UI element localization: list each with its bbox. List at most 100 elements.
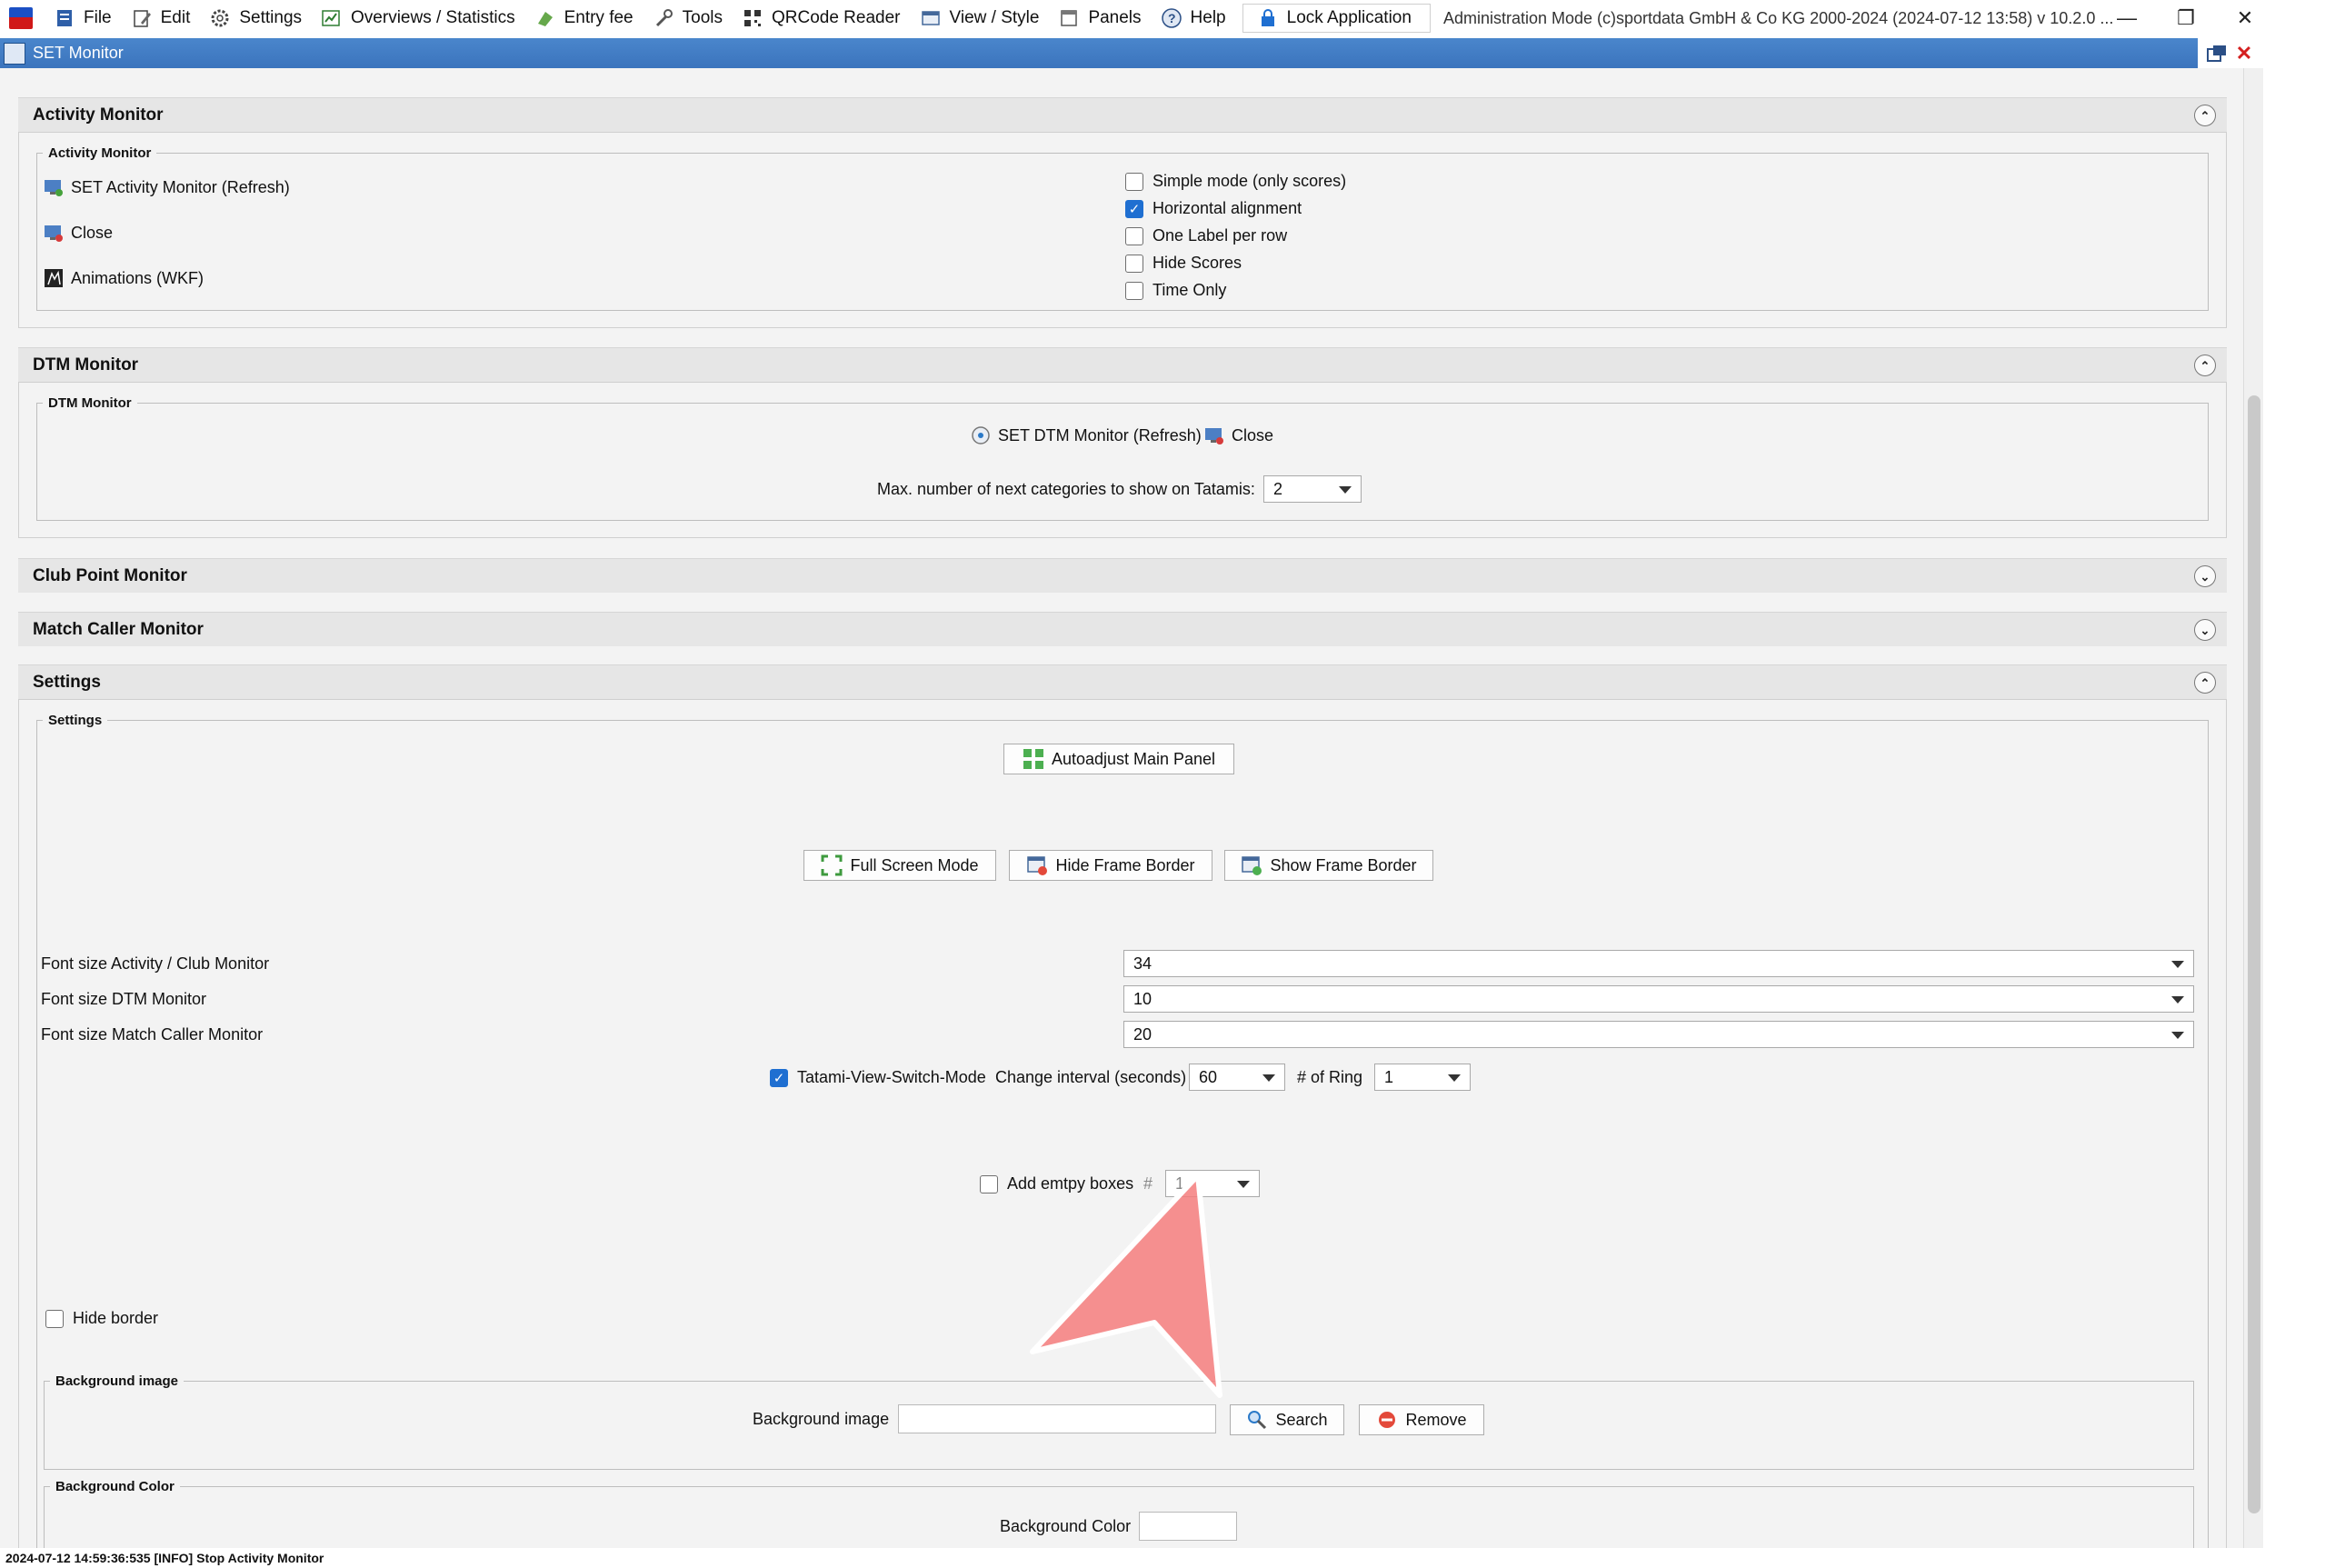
horizontal-alignment-checkbox[interactable]: ✓ bbox=[1125, 199, 1143, 218]
close-panel-icon[interactable]: ✕ bbox=[2230, 40, 2258, 67]
option-one-label-per-row[interactable]: One Label per row bbox=[1125, 226, 1287, 245]
autoadjust-main-panel-button[interactable]: Autoadjust Main Panel bbox=[1003, 744, 1234, 774]
max-next-categories-select[interactable]: 2 bbox=[1263, 475, 1362, 503]
menu-tools[interactable]: Tools bbox=[644, 0, 733, 36]
restore-button[interactable]: ❐ bbox=[2159, 0, 2213, 36]
close-window-button[interactable]: ✕ bbox=[2218, 0, 2272, 36]
font-size-dtm-select[interactable]: 10 bbox=[1123, 985, 2194, 1013]
menu-settings[interactable]: Settings bbox=[201, 0, 313, 36]
fullscreen-icon bbox=[821, 854, 843, 876]
menu-view-style[interactable]: View / Style bbox=[912, 0, 1051, 36]
activity-close-label: Close bbox=[71, 223, 114, 242]
dtm-refresh-action[interactable]: SET DTM Monitor (Refresh) bbox=[971, 425, 1202, 445]
collapse-up-icon[interactable]: ⌃ bbox=[2194, 355, 2216, 376]
hide-border-option[interactable]: Hide border bbox=[45, 1309, 158, 1328]
match-caller-monitor-title: Match Caller Monitor bbox=[33, 619, 204, 639]
expand-down-icon[interactable]: ⌄ bbox=[2194, 619, 2216, 641]
collapse-up-icon[interactable]: ⌃ bbox=[2194, 672, 2216, 694]
menu-entry-fee[interactable]: Entry fee bbox=[526, 0, 644, 36]
remove-image-button[interactable]: Remove bbox=[1359, 1404, 1484, 1435]
tatami-view-switch-option[interactable]: ✓ Tatami-View-Switch-Mode bbox=[770, 1068, 986, 1087]
menu-file[interactable]: File bbox=[45, 0, 123, 36]
remove-image-label: Remove bbox=[1405, 1410, 1467, 1429]
activity-refresh-action[interactable]: SET Activity Monitor (Refresh) bbox=[44, 177, 290, 197]
panels-icon bbox=[1057, 6, 1081, 30]
hide-frame-border-button[interactable]: Hide Frame Border bbox=[1009, 850, 1212, 881]
chevron-down-icon bbox=[2171, 961, 2184, 968]
search-image-button[interactable]: Search bbox=[1230, 1404, 1344, 1435]
menu-edit-label: Edit bbox=[160, 8, 191, 27]
tatami-view-switch-label: Tatami-View-Switch-Mode bbox=[797, 1068, 986, 1086]
option-horizontal-alignment[interactable]: ✓ Horizontal alignment bbox=[1125, 199, 1302, 218]
show-frame-icon bbox=[1241, 854, 1262, 876]
add-empty-boxes-option[interactable]: Add emtpy boxes bbox=[980, 1174, 1133, 1193]
menu-overviews[interactable]: Overviews / Statistics bbox=[313, 0, 526, 36]
time-only-label: Time Only bbox=[1153, 281, 1227, 299]
empty-boxes-hash-text: # bbox=[1143, 1174, 1153, 1193]
minimize-button[interactable]: — bbox=[2100, 0, 2154, 36]
menu-entry-fee-label: Entry fee bbox=[564, 8, 634, 27]
activity-animations-action[interactable]: Animations (WKF) bbox=[44, 268, 204, 288]
change-interval-select[interactable]: 60 bbox=[1189, 1064, 1285, 1091]
change-interval-text: Change interval (seconds) bbox=[995, 1068, 1187, 1086]
font-size-match-caller-select[interactable]: 20 bbox=[1123, 1021, 2194, 1048]
empty-boxes-count-select[interactable]: 1 bbox=[1165, 1170, 1260, 1197]
change-interval-value: 60 bbox=[1199, 1067, 1218, 1086]
activity-monitor-header[interactable]: Activity Monitor ⌃ bbox=[18, 97, 2227, 132]
show-frame-border-button[interactable]: Show Frame Border bbox=[1224, 850, 1433, 881]
close-monitor-icon bbox=[44, 223, 64, 243]
menu-help[interactable]: ? Help bbox=[1153, 0, 1237, 36]
detach-window-icon[interactable] bbox=[2203, 40, 2230, 67]
menu-panels[interactable]: Panels bbox=[1050, 0, 1152, 36]
restore-icon: ❐ bbox=[2177, 6, 2195, 29]
font-size-dtm-text: Font size DTM Monitor bbox=[41, 990, 207, 1008]
activity-monitor-title: Activity Monitor bbox=[33, 105, 164, 125]
scrollbar-thumb[interactable] bbox=[2248, 395, 2260, 1513]
background-image-input[interactable] bbox=[898, 1404, 1216, 1433]
status-bar: 2024-07-12 14:59:36:535 [INFO] Stop Acti… bbox=[0, 1548, 2325, 1568]
change-interval-label: Change interval (seconds) bbox=[995, 1068, 1186, 1087]
dtm-monitor-header[interactable]: DTM Monitor ⌃ bbox=[18, 347, 2227, 382]
font-size-match-caller-label: Font size Match Caller Monitor bbox=[41, 1025, 263, 1044]
hide-border-label: Hide border bbox=[73, 1309, 159, 1327]
max-next-categories-label: Max. number of next categories to show o… bbox=[877, 480, 1255, 499]
dtm-close-action[interactable]: Close bbox=[1204, 425, 1273, 445]
chevron-down-icon bbox=[1448, 1074, 1461, 1082]
option-hide-scores[interactable]: Hide Scores bbox=[1125, 254, 1242, 273]
activity-refresh-label: SET Activity Monitor (Refresh) bbox=[71, 177, 290, 196]
option-simple-mode[interactable]: Simple mode (only scores) bbox=[1125, 172, 1346, 191]
add-empty-boxes-label: Add emtpy boxes bbox=[1007, 1174, 1134, 1193]
menu-panels-label: Panels bbox=[1088, 8, 1142, 27]
time-only-checkbox[interactable] bbox=[1125, 281, 1143, 300]
menu-edit[interactable]: Edit bbox=[123, 0, 202, 36]
lock-application-button[interactable]: Lock Application bbox=[1242, 4, 1431, 33]
app-status-text: Administration Mode (c)sportdata GmbH & … bbox=[1442, 8, 2114, 27]
simple-mode-checkbox[interactable] bbox=[1125, 172, 1143, 191]
one-label-per-row-checkbox[interactable] bbox=[1125, 226, 1143, 245]
menu-qrcode[interactable]: QRCode Reader bbox=[733, 0, 912, 36]
club-point-monitor-header[interactable]: Club Point Monitor ⌄ bbox=[18, 558, 2227, 593]
help-icon: ? bbox=[1160, 6, 1183, 30]
add-empty-boxes-checkbox[interactable] bbox=[980, 1174, 998, 1193]
option-time-only[interactable]: Time Only bbox=[1125, 281, 1226, 300]
hide-border-checkbox[interactable] bbox=[45, 1309, 64, 1328]
ring-count-select[interactable]: 1 bbox=[1374, 1064, 1471, 1091]
font-size-activity-text: Font size Activity / Club Monitor bbox=[41, 954, 270, 973]
expand-down-icon[interactable]: ⌄ bbox=[2194, 565, 2216, 587]
activity-monitor-group-label: Activity Monitor bbox=[48, 145, 152, 161]
settings-header[interactable]: Settings ⌃ bbox=[18, 664, 2227, 699]
activity-close-action[interactable]: Close bbox=[44, 223, 113, 243]
ring-count-value: 1 bbox=[1384, 1067, 1394, 1086]
close-monitor-icon bbox=[1204, 425, 1224, 445]
close-icon: ✕ bbox=[2236, 6, 2254, 29]
font-size-activity-select[interactable]: 34 bbox=[1123, 950, 2194, 977]
hide-scores-checkbox[interactable] bbox=[1125, 254, 1143, 273]
qrcode-icon bbox=[741, 6, 764, 30]
full-screen-mode-button[interactable]: Full Screen Mode bbox=[803, 850, 996, 881]
match-caller-monitor-header[interactable]: Match Caller Monitor ⌄ bbox=[18, 612, 2227, 646]
background-color-swatch[interactable] bbox=[1139, 1512, 1237, 1541]
tatami-view-switch-checkbox[interactable]: ✓ bbox=[770, 1068, 788, 1087]
empty-boxes-count-value: 1 bbox=[1175, 1174, 1185, 1193]
content-scrollbar[interactable] bbox=[2243, 68, 2263, 1548]
collapse-up-icon[interactable]: ⌃ bbox=[2194, 105, 2216, 126]
